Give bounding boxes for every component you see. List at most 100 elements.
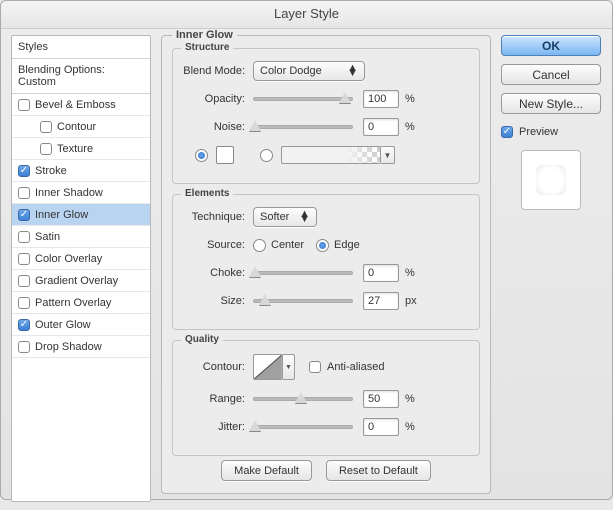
source-edge-radio[interactable] xyxy=(316,239,329,252)
size-slider[interactable] xyxy=(253,294,353,308)
style-checkbox[interactable] xyxy=(18,209,30,221)
style-item-drop-shadow[interactable]: Drop Shadow xyxy=(12,336,150,358)
choke-unit: % xyxy=(405,267,415,279)
jitter-input[interactable]: 0 xyxy=(363,418,399,436)
style-checkbox[interactable] xyxy=(18,165,30,177)
source-label: Source: xyxy=(181,239,253,251)
style-checkbox[interactable] xyxy=(18,341,30,353)
layer-style-window: Layer Style Styles Blending Options: Cus… xyxy=(0,0,613,500)
style-checkbox[interactable] xyxy=(18,275,30,287)
style-item-bevel-emboss[interactable]: Bevel & Emboss xyxy=(12,94,150,116)
opacity-unit: % xyxy=(405,93,415,105)
elements-title: Elements xyxy=(181,188,233,199)
style-item-label: Pattern Overlay xyxy=(35,297,111,309)
contour-picker[interactable] xyxy=(253,354,283,380)
gradient-picker[interactable] xyxy=(281,146,381,164)
blend-mode-label: Blend Mode: xyxy=(181,65,253,77)
blending-options-row[interactable]: Blending Options: Custom xyxy=(12,59,150,94)
style-item-color-overlay[interactable]: Color Overlay xyxy=(12,248,150,270)
style-item-satin[interactable]: Satin xyxy=(12,226,150,248)
style-checkbox[interactable] xyxy=(18,99,30,111)
preview-checkbox[interactable] xyxy=(501,126,513,138)
side-panel: OK Cancel New Style... Preview xyxy=(501,35,601,502)
noise-slider[interactable] xyxy=(253,120,353,134)
blend-mode-value: Color Dodge xyxy=(260,65,322,77)
cancel-button[interactable]: Cancel xyxy=(501,64,601,85)
style-item-inner-glow[interactable]: Inner Glow xyxy=(12,204,150,226)
style-item-label: Contour xyxy=(57,121,96,133)
content-area: Styles Blending Options: Custom Bevel & … xyxy=(1,29,612,510)
style-item-label: Inner Glow xyxy=(35,209,88,221)
style-item-label: Gradient Overlay xyxy=(35,275,118,287)
style-checkbox[interactable] xyxy=(18,187,30,199)
choke-slider[interactable] xyxy=(253,266,353,280)
source-center-radio[interactable] xyxy=(253,239,266,252)
style-item-label: Satin xyxy=(35,231,60,243)
technique-select[interactable]: Softer ▲▼ xyxy=(253,207,317,227)
updown-icon: ▲▼ xyxy=(299,212,310,222)
style-checkbox[interactable] xyxy=(18,231,30,243)
make-default-button[interactable]: Make Default xyxy=(221,460,312,481)
style-item-outer-glow[interactable]: Outer Glow xyxy=(12,314,150,336)
technique-label: Technique: xyxy=(181,211,253,223)
jitter-slider[interactable] xyxy=(253,420,353,434)
styles-header[interactable]: Styles xyxy=(12,36,150,59)
jitter-unit: % xyxy=(405,421,415,433)
size-label: Size: xyxy=(181,295,253,307)
ok-button[interactable]: OK xyxy=(501,35,601,56)
group-title: Inner Glow xyxy=(172,29,237,41)
preview-inner xyxy=(536,165,566,195)
blend-mode-select[interactable]: Color Dodge ▲▼ xyxy=(253,61,365,81)
opacity-input[interactable]: 100 xyxy=(363,90,399,108)
range-slider[interactable] xyxy=(253,392,353,406)
size-input[interactable]: 27 xyxy=(363,292,399,310)
range-input[interactable]: 50 xyxy=(363,390,399,408)
style-checkbox[interactable] xyxy=(40,121,52,133)
range-unit: % xyxy=(405,393,415,405)
style-checkbox[interactable] xyxy=(40,143,52,155)
choke-label: Choke: xyxy=(181,267,253,279)
preview-thumbnail xyxy=(521,150,581,210)
style-item-inner-shadow[interactable]: Inner Shadow xyxy=(12,182,150,204)
structure-group: Structure Blend Mode: Color Dodge ▲▼ Opa… xyxy=(172,48,480,184)
gradient-menu-arrow[interactable]: ▼ xyxy=(381,146,395,164)
range-label: Range: xyxy=(181,393,253,405)
style-checkbox[interactable] xyxy=(18,319,30,331)
color-radio[interactable] xyxy=(195,149,208,162)
style-item-stroke[interactable]: Stroke xyxy=(12,160,150,182)
style-item-contour[interactable]: Contour xyxy=(12,116,150,138)
noise-label: Noise: xyxy=(181,121,253,133)
style-checkbox[interactable] xyxy=(18,297,30,309)
opacity-label: Opacity: xyxy=(181,93,253,105)
jitter-label: Jitter: xyxy=(181,421,253,433)
size-unit: px xyxy=(405,295,417,307)
window-title: Layer Style xyxy=(1,1,612,29)
noise-unit: % xyxy=(405,121,415,133)
options-panel: Inner Glow Structure Blend Mode: Color D… xyxy=(161,35,491,502)
style-item-label: Color Overlay xyxy=(35,253,102,265)
style-item-texture[interactable]: Texture xyxy=(12,138,150,160)
style-item-pattern-overlay[interactable]: Pattern Overlay xyxy=(12,292,150,314)
choke-input[interactable]: 0 xyxy=(363,264,399,282)
noise-input[interactable]: 0 xyxy=(363,118,399,136)
preview-label: Preview xyxy=(519,126,558,138)
style-item-gradient-overlay[interactable]: Gradient Overlay xyxy=(12,270,150,292)
style-item-label: Drop Shadow xyxy=(35,341,102,353)
anti-aliased-label: Anti-aliased xyxy=(327,361,384,373)
reset-default-button[interactable]: Reset to Default xyxy=(326,460,431,481)
color-swatch[interactable] xyxy=(216,146,234,164)
style-checkbox[interactable] xyxy=(18,253,30,265)
style-item-label: Outer Glow xyxy=(35,319,91,331)
anti-aliased-checkbox[interactable] xyxy=(309,361,321,373)
updown-icon: ▲▼ xyxy=(347,66,358,76)
technique-value: Softer xyxy=(260,211,289,223)
style-item-label: Texture xyxy=(57,143,93,155)
elements-group: Elements Technique: Softer ▲▼ Source: Ce… xyxy=(172,194,480,330)
opacity-slider[interactable] xyxy=(253,92,353,106)
new-style-button[interactable]: New Style... xyxy=(501,93,601,114)
style-item-label: Bevel & Emboss xyxy=(35,99,116,111)
contour-menu-arrow[interactable]: ▼ xyxy=(283,354,295,380)
style-item-label: Stroke xyxy=(35,165,67,177)
gradient-radio[interactable] xyxy=(260,149,273,162)
quality-title: Quality xyxy=(181,334,223,345)
